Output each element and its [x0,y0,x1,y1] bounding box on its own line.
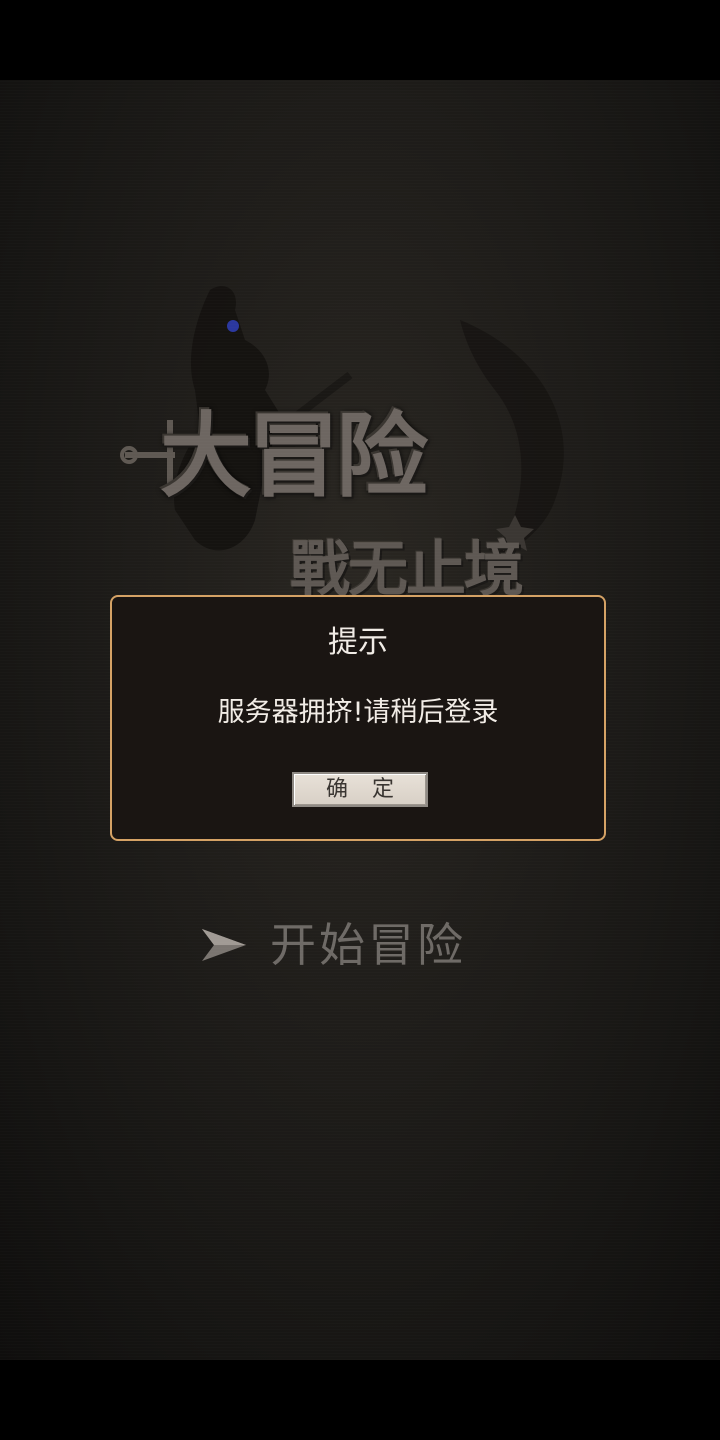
start-adventure-label: 开始冒险 [270,918,466,972]
arrow-right-icon [202,929,246,961]
dialog-message: 服务器拥挤!请稍后登录 [217,697,499,728]
dialog-title: 提示 [328,625,388,660]
game-logo-subtitle: 戰无止境 [290,535,524,605]
notice-dialog: 提示 服务器拥挤!请稍后登录 确定 [110,595,606,841]
game-logo-title: 大冒险 [160,402,428,510]
game-screen: 大冒险 戰无止境 开始冒险 提示 服务器拥挤!请稍后登录 确定 [0,0,720,1440]
start-adventure-button[interactable]: 开始冒险 [200,915,466,975]
confirm-button[interactable]: 确定 [292,772,428,807]
